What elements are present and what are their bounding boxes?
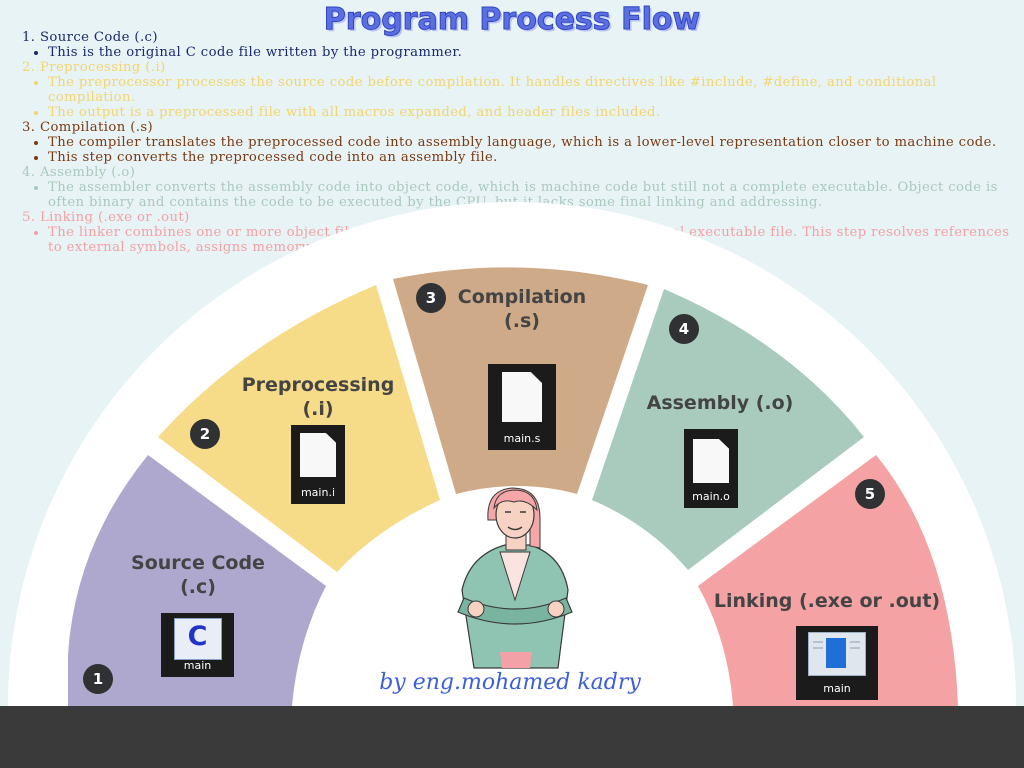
footer-bar bbox=[0, 706, 1024, 768]
step-badge-1: 1 bbox=[83, 664, 113, 694]
segment-label-line: Preprocessing bbox=[241, 374, 395, 396]
file-name: main.s bbox=[503, 432, 541, 445]
step-badge-5: 5 bbox=[855, 479, 885, 509]
step-badge-2: 2 bbox=[190, 419, 220, 449]
segment-label-compilation: Compilation (.s) bbox=[442, 285, 602, 333]
segment-label-source: Source Code (.c) bbox=[118, 551, 278, 599]
file-name: main.o bbox=[692, 490, 730, 503]
segment-label-line: Compilation bbox=[457, 286, 587, 308]
segment-label-assembly: Assembly (.o) bbox=[640, 391, 800, 415]
segment-label-line: (.s) bbox=[504, 310, 540, 332]
segment-label-line: (.i) bbox=[302, 398, 334, 420]
segment-label-line: Source Code bbox=[131, 552, 265, 574]
segment-label-line: (.c) bbox=[180, 576, 216, 598]
file-icon-preprocessed: main.i bbox=[291, 425, 345, 504]
segment-label-line: Assembly (.o) bbox=[646, 392, 794, 414]
file-name: main bbox=[823, 682, 851, 695]
author-byline: by eng.mohamed kadry bbox=[379, 670, 641, 695]
step-badge-4: 4 bbox=[669, 314, 699, 344]
file-name: main.i bbox=[300, 486, 336, 499]
infographic: Program Process Flow 1. Source Code (.c)… bbox=[0, 0, 1024, 768]
segment-label-line: Linking (.exe or .out) bbox=[713, 590, 941, 612]
file-icon-assembly-source: main.s bbox=[488, 364, 556, 450]
file-name: main bbox=[183, 659, 212, 672]
executable-file-icon: main bbox=[796, 626, 878, 700]
c-source-file-icon: C main bbox=[161, 613, 234, 677]
segment-label-linking: Linking (.exe or .out) bbox=[712, 589, 942, 613]
segment-label-preprocessing: Preprocessing (.i) bbox=[228, 373, 408, 421]
file-icon-object: main.o bbox=[684, 429, 738, 508]
